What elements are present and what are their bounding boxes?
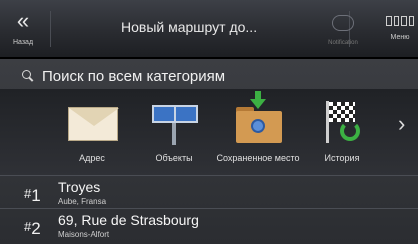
result-subtitle: Aube, Fransa: [58, 197, 107, 206]
saved-place-folder-icon: [230, 91, 286, 145]
rank-label: #2: [24, 219, 41, 238]
category-label: История: [324, 153, 360, 163]
category-poi[interactable]: Объекты: [134, 89, 214, 175]
category-label: Сохраненное место: [216, 153, 300, 163]
result-name: 69, Rue de Strasbourg: [58, 212, 199, 228]
category-label: Адрес: [79, 153, 105, 163]
category-strip: Адрес Объекты Сохраненное место История …: [0, 89, 418, 175]
menu-button[interactable]: Меню: [382, 0, 418, 58]
speech-bubble-icon: [332, 15, 354, 31]
list-item[interactable]: #2 69, Rue de Strasbourg Maisons-Alfort: [0, 208, 418, 240]
list-item[interactable]: #1 Troyes Aube, Fransa: [0, 175, 418, 207]
top-bar: « Назад Новый маршрут до... Notification…: [0, 0, 418, 58]
results-list: #1 Troyes Aube, Fransa #2 69, Rue de Str…: [0, 175, 418, 244]
history-flag-icon: [314, 97, 370, 145]
category-saved-place[interactable]: Сохраненное место: [216, 89, 300, 175]
back-button[interactable]: « Назад: [0, 0, 46, 58]
result-subtitle: Maisons-Alfort: [58, 230, 110, 239]
result-name: Troyes: [58, 179, 101, 195]
poi-signs-icon: [146, 97, 202, 145]
back-label: Назад: [12, 39, 34, 46]
rank-label: #1: [24, 186, 41, 205]
category-history[interactable]: История: [302, 89, 382, 175]
search-all-categories-button[interactable]: Поиск по всем категориям: [22, 63, 418, 89]
menu-label: Меню: [390, 34, 410, 41]
menu-grid-icon: [386, 16, 414, 26]
chevron-right-icon[interactable]: ›: [398, 111, 405, 137]
notifications-label: Notification: [328, 40, 358, 46]
envelope-icon: [64, 97, 120, 145]
title-area: Новый маршрут до...: [50, 11, 350, 47]
category-label: Объекты: [155, 153, 193, 163]
category-address[interactable]: Адрес: [52, 89, 132, 175]
page-title: Новый маршрут до...: [121, 19, 258, 35]
back-chevron-icon: «: [16, 8, 30, 33]
main-panel: Поиск по всем категориям Адрес Объекты С…: [0, 59, 418, 244]
notifications-button[interactable]: Notification: [318, 11, 368, 51]
search-icon: [22, 70, 34, 82]
search-label: Поиск по всем категориям: [42, 67, 226, 85]
